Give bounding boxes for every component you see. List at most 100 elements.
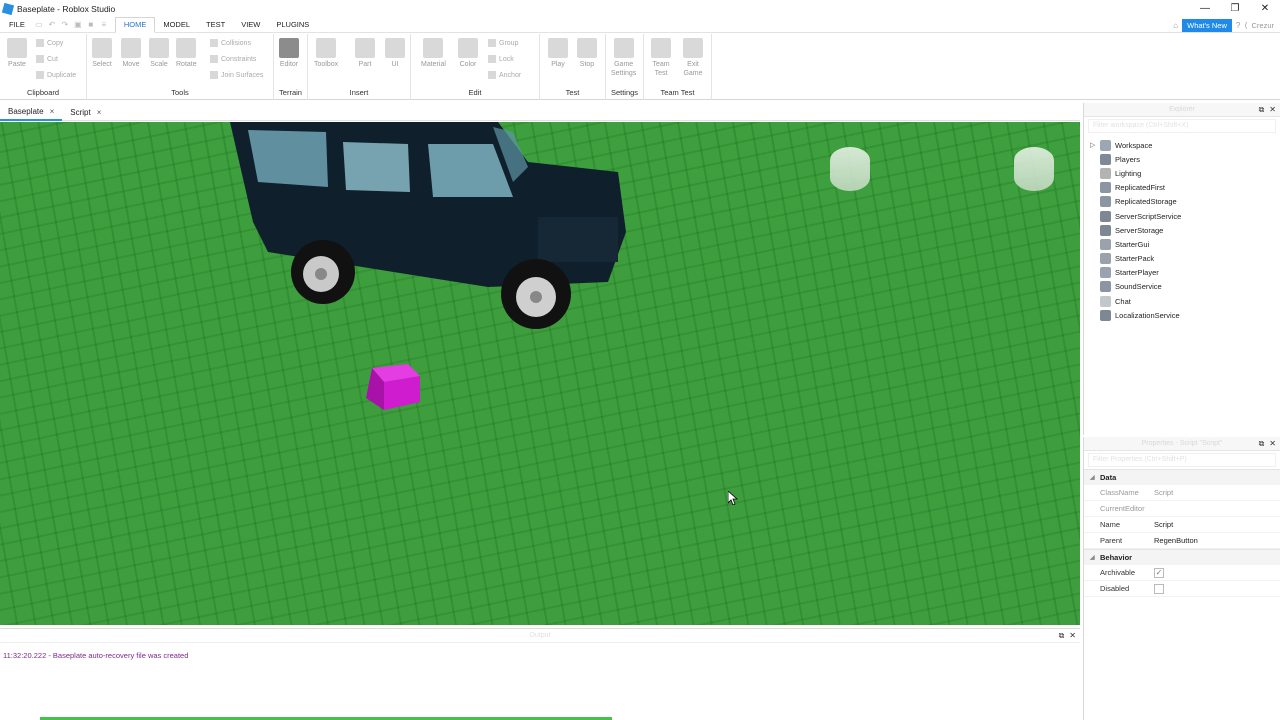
disabled-checkbox[interactable] [1154, 583, 1164, 594]
close-icon[interactable]: ✕ [1269, 105, 1276, 115]
properties-filter-input[interactable]: Filter Properties (Ctrl+Shift+P) [1088, 453, 1276, 467]
explorer-item-workspace[interactable]: ▷ Workspace [1084, 138, 1280, 152]
players-icon [1100, 153, 1111, 165]
constraints-toggle[interactable]: Constraints [210, 55, 256, 63]
close-icon[interactable]: ✕ [1069, 631, 1076, 641]
minimize-icon[interactable]: — [1190, 0, 1220, 17]
stop-button[interactable]: Stop [577, 38, 597, 69]
ui-label: UI [391, 61, 399, 68]
customize-dropdown-icon[interactable]: ≡ [99, 20, 109, 30]
restore-icon[interactable]: ❐ [1220, 0, 1250, 17]
group-button[interactable]: Group [488, 39, 518, 47]
collapse-arrow-icon[interactable]: ◢ [1090, 554, 1100, 561]
toolbox-button[interactable]: Toolbox [314, 38, 338, 69]
cut-button[interactable]: Cut [36, 55, 58, 63]
undo-icon[interactable]: ↶ [47, 20, 57, 30]
expand-arrow-icon[interactable]: ▷ [1090, 141, 1100, 149]
explorer-item-lighting[interactable]: Lighting [1084, 166, 1280, 180]
pink-part[interactable] [366, 362, 421, 412]
3d-viewport[interactable] [0, 122, 1080, 625]
explorer-item-replicatedfirst[interactable]: ReplicatedFirst [1084, 181, 1280, 195]
stop-square-icon[interactable]: ■ [86, 20, 96, 30]
close-icon[interactable]: ✕ [1250, 0, 1280, 17]
terrain-editor-button[interactable]: Editor [279, 38, 299, 69]
category-behavior[interactable]: ◢ Behavior [1084, 549, 1280, 565]
spawn-light-right[interactable] [1014, 147, 1054, 191]
move-tool-button[interactable]: Move [121, 38, 141, 69]
duplicate-button[interactable]: Duplicate [36, 71, 76, 79]
select-tool-button[interactable]: Select [92, 38, 112, 69]
tab-script[interactable]: Script × [62, 104, 109, 121]
scale-tool-button[interactable]: Scale [149, 38, 169, 69]
explorer-item-replicatedstorage[interactable]: ReplicatedStorage [1084, 195, 1280, 209]
lock-button[interactable]: Lock [488, 55, 514, 63]
property-row-parent[interactable]: Parent RegenButton [1084, 533, 1280, 549]
close-tab-icon[interactable]: × [50, 107, 55, 116]
tab-view[interactable]: VIEW [233, 17, 268, 33]
exit-game-button[interactable]: Exit Game [683, 38, 703, 78]
collapse-arrow-icon[interactable]: ◢ [1090, 474, 1100, 481]
settings-group-label: Settings [610, 88, 639, 97]
undock-icon[interactable]: ⧉ [1259, 439, 1265, 449]
explorer-item-localizationservice[interactable]: LocalizationService [1084, 308, 1280, 322]
mouse-cursor-icon [728, 491, 738, 505]
explorer-item-starterplayer[interactable]: StarterPlayer [1084, 266, 1280, 280]
team-test-button[interactable]: Team Test [651, 38, 671, 78]
explorer-header: Explorer ⧉ ✕ [1084, 103, 1280, 117]
user-name[interactable]: Crezur [1251, 21, 1274, 30]
property-key: Parent [1100, 536, 1123, 545]
undock-icon[interactable]: ⧉ [1059, 631, 1065, 641]
cut-icon [36, 55, 44, 63]
color-button[interactable]: Color [458, 38, 478, 69]
explorer-item-serverstorage[interactable]: ServerStorage [1084, 223, 1280, 237]
window-title: Baseplate - Roblox Studio [17, 3, 116, 14]
close-tab-icon[interactable]: × [97, 108, 102, 117]
rotate-tool-button[interactable]: Rotate [176, 38, 197, 69]
help-icon[interactable]: ? [1236, 21, 1240, 30]
explorer-item-players[interactable]: Players [1084, 152, 1280, 166]
category-data[interactable]: ◢ Data [1084, 469, 1280, 485]
explorer-filter-input[interactable]: Filter workspace (Ctrl+Shift+X) [1088, 119, 1276, 133]
explorer-item-starterpack[interactable]: StarterPack [1084, 252, 1280, 266]
tab-home[interactable]: HOME [114, 16, 156, 33]
file-menu-button[interactable]: FILE [0, 17, 34, 33]
redo-icon[interactable]: ↷ [60, 20, 70, 30]
tab-plugins[interactable]: PLUGINS [268, 17, 317, 33]
whats-new-button[interactable]: What's New [1182, 18, 1232, 32]
join-surfaces-toggle[interactable]: Join Surfaces [210, 71, 263, 79]
ui-button[interactable]: UI [385, 38, 405, 69]
property-row-name[interactable]: Name Script [1084, 517, 1280, 533]
explorer-item-serverscriptservice[interactable]: ServerScriptService [1084, 209, 1280, 223]
play-button[interactable]: Play [548, 38, 568, 69]
archivable-checkbox[interactable]: ✓ [1154, 567, 1164, 578]
explorer-item-chat[interactable]: Chat [1084, 294, 1280, 308]
explorer-item-startergui[interactable]: StarterGui [1084, 237, 1280, 251]
tab-test[interactable]: TEST [198, 17, 233, 33]
parent-value-field[interactable]: RegenButton [1154, 536, 1198, 545]
output-panel-controls: ⧉ ✕ [1059, 631, 1076, 641]
property-row-archivable[interactable]: Archivable ✓ [1084, 565, 1280, 581]
anchor-button[interactable]: Anchor [488, 71, 521, 79]
part-button[interactable]: Part [355, 38, 375, 69]
game-settings-label-1: Game [614, 61, 634, 68]
terrain-group: Editor Terrain [274, 34, 308, 100]
explorer-item-soundservice[interactable]: SoundService [1084, 280, 1280, 294]
close-icon[interactable]: ✕ [1269, 439, 1276, 449]
paste-button[interactable]: Paste [7, 38, 27, 69]
material-button[interactable]: Material [421, 38, 446, 69]
tab-baseplate[interactable]: Baseplate × [0, 104, 63, 121]
group-icon [488, 39, 496, 47]
save-icon[interactable]: ▣ [73, 20, 83, 30]
property-row-disabled[interactable]: Disabled [1084, 581, 1280, 597]
tab-model[interactable]: MODEL [155, 17, 198, 33]
share-icon[interactable]: ⟨ [1244, 21, 1247, 30]
undock-icon[interactable]: ⧉ [1259, 105, 1265, 115]
notification-icon[interactable]: ⌂ [1173, 21, 1178, 30]
jeep-model[interactable] [228, 122, 630, 337]
spawn-light-left[interactable] [830, 147, 870, 191]
game-settings-button[interactable]: Game Settings [611, 38, 636, 78]
copy-button[interactable]: Copy [36, 39, 63, 47]
collisions-toggle[interactable]: Collisions [210, 39, 251, 47]
name-value-field[interactable]: Script [1154, 520, 1173, 529]
new-file-icon[interactable]: ▭ [34, 20, 44, 30]
